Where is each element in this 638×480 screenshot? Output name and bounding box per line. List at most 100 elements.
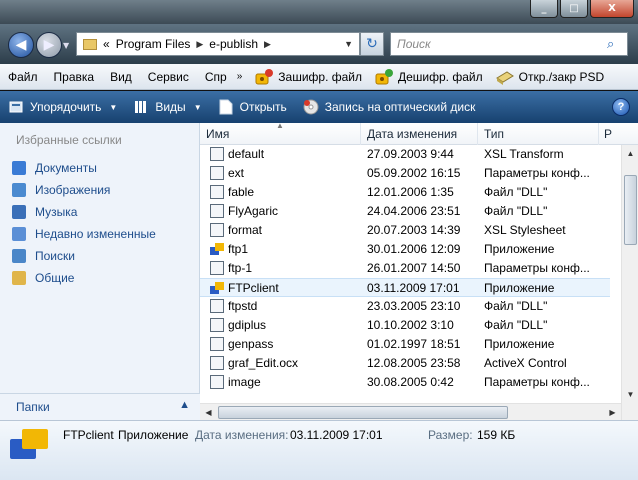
column-divider[interactable]: [598, 123, 599, 145]
dll-file-icon: [210, 185, 224, 199]
back-button[interactable]: ◀: [8, 32, 34, 58]
nav-item-label: Общие: [35, 271, 75, 285]
open-button[interactable]: Открыть: [210, 99, 295, 115]
close-button[interactable]: X: [590, 0, 634, 18]
file-type: Приложение: [484, 281, 555, 295]
document-icon: [218, 99, 234, 115]
column-header-row: ▲ Имя Дата изменения Тип Р: [200, 123, 638, 145]
column-type[interactable]: Тип: [484, 127, 504, 141]
file-name: ftp1: [228, 242, 249, 256]
chevron-down-icon: ▼: [109, 102, 118, 112]
file-row[interactable]: ext 05.09.2002 16:15 Параметры конф...: [200, 164, 610, 183]
file-row[interactable]: graf_Edit.ocx 12.08.2005 23:58 ActiveX Con…: [200, 354, 610, 373]
ocx-file-icon: [210, 356, 224, 370]
pictures-icon: [12, 183, 26, 197]
file-row[interactable]: ftp1 30.01.2006 12:09 Приложение: [200, 240, 610, 259]
column-divider[interactable]: [477, 123, 478, 145]
horizontal-scrollbar[interactable]: ◀ ▶: [200, 403, 621, 420]
forward-button[interactable]: ▶: [36, 32, 62, 58]
minimize-button[interactable]: _: [530, 0, 558, 18]
breadcrumb-e-publish[interactable]: e-publish: [209, 37, 258, 51]
menu-bar: Файл Правка Вид Сервис Спр » Зашифр. фай…: [0, 64, 638, 90]
menu-view[interactable]: Вид: [102, 70, 140, 84]
column-size[interactable]: Р: [604, 127, 612, 141]
details-date-value: 03.11.2009 17:01: [290, 428, 383, 442]
column-date[interactable]: Дата изменения: [367, 127, 457, 141]
refresh-button[interactable]: ↻: [360, 32, 384, 56]
nav-item-label: Изображения: [35, 183, 111, 197]
nav-item-documents[interactable]: Документы: [12, 157, 156, 179]
nav-item-searches[interactable]: Поиски: [12, 245, 156, 267]
vertical-scrollbar[interactable]: ▲ ▼: [621, 145, 638, 420]
file-row[interactable]: gdiplus 10.10.2002 3:10 Файл "DLL": [200, 316, 610, 335]
encrypt-file-button[interactable]: Зашифр. файл: [248, 68, 368, 86]
scroll-left-icon[interactable]: ◀: [200, 404, 217, 420]
views-button[interactable]: Виды ▼: [125, 99, 209, 115]
scroll-right-icon[interactable]: ▶: [604, 404, 621, 420]
dll-file-icon: [210, 299, 224, 313]
menu-file[interactable]: Файл: [0, 70, 46, 84]
search-input[interactable]: Поиск ⌕: [390, 32, 628, 56]
file-list-pane: ▲ Имя Дата изменения Тип Р default 27.09.…: [200, 123, 638, 420]
column-divider[interactable]: [360, 123, 361, 145]
scroll-thumb[interactable]: [218, 406, 508, 419]
breadcrumb-program-files[interactable]: Program Files: [116, 37, 191, 51]
arrow-right-icon: ▶: [43, 37, 55, 53]
scroll-up-icon[interactable]: ▲: [622, 145, 638, 162]
menu-help[interactable]: Спр: [197, 70, 235, 84]
xsl-file-icon: [210, 147, 224, 161]
file-date: 03.11.2009 17:01: [367, 281, 460, 295]
file-row-selected[interactable]: FTPclient 03.11.2009 17:01 Приложение: [200, 278, 610, 297]
folders-toggle[interactable]: Папки ▲: [0, 393, 200, 420]
open-label: Открыть: [239, 100, 287, 114]
address-bar[interactable]: « Program Files ▶ e-publish ▶ ▼: [76, 32, 360, 56]
file-type: Приложение: [484, 337, 555, 351]
favorite-links-list: Документы Изображения Музыка Недавно изм…: [12, 157, 156, 289]
file-row[interactable]: genpass 01.02.1997 18:51 Приложение: [200, 335, 610, 354]
scroll-down-icon[interactable]: ▼: [622, 386, 638, 403]
menu-overflow-icon[interactable]: »: [235, 71, 249, 82]
burn-disc-button[interactable]: Запись на оптический диск: [295, 99, 484, 115]
nav-item-recently-changed[interactable]: Недавно измененные: [12, 223, 156, 245]
nav-item-pictures[interactable]: Изображения: [12, 179, 156, 201]
file-type: Параметры конф...: [484, 166, 590, 180]
organize-button[interactable]: Упорядочить ▼: [0, 99, 125, 115]
breadcrumb-overflow[interactable]: «: [103, 37, 110, 51]
help-icon[interactable]: ?: [612, 98, 630, 116]
nav-item-music[interactable]: Музыка: [12, 201, 156, 223]
maximize-button[interactable]: □: [560, 0, 588, 18]
file-date: 26.01.2007 14:50: [367, 261, 461, 275]
file-row[interactable]: fable 12.01.2006 1:35 Файл "DLL": [200, 183, 610, 202]
file-row[interactable]: ftp-1 26.01.2007 14:50 Параметры конф...: [200, 259, 610, 278]
column-name[interactable]: Имя: [206, 127, 229, 141]
file-row[interactable]: format 20.07.2003 14:39 XSL Stylesheet: [200, 221, 610, 240]
history-dropdown-icon[interactable]: ▼: [63, 41, 69, 50]
file-row[interactable]: default 27.09.2003 9:44 XSL Transform: [200, 145, 610, 164]
breadcrumb-separator-icon[interactable]: ▶: [196, 39, 203, 50]
scroll-thumb[interactable]: [624, 175, 637, 245]
address-dropdown-icon[interactable]: ▼: [344, 39, 353, 49]
encrypt-file-label: Зашифр. файл: [278, 69, 362, 84]
file-row[interactable]: image 30.08.2005 0:42 Параметры конф...: [200, 373, 610, 392]
address-row: ◀ ▶ ▼ « Program Files ▶ e-publish ▶ ▼ ↻ …: [0, 24, 638, 64]
file-date: 01.02.1997 18:51: [367, 337, 461, 351]
menu-tools[interactable]: Сервис: [140, 70, 197, 84]
decrypt-file-button[interactable]: Дешифр. файл: [368, 68, 489, 86]
file-row[interactable]: FlyAgaric 24.04.2006 23:51 Файл "DLL": [200, 202, 610, 221]
nav-item-label: Поиски: [35, 249, 75, 263]
organize-icon: [8, 99, 24, 115]
open-close-psd-button[interactable]: Откр./закр PSD: [489, 68, 611, 86]
nav-item-public[interactable]: Общие: [12, 267, 156, 289]
application-icon: [8, 427, 52, 461]
file-row[interactable]: ftpstd 23.03.2005 23:10 Файл "DLL": [200, 297, 610, 316]
menu-edit[interactable]: Правка: [46, 70, 103, 84]
breadcrumb-separator-icon[interactable]: ▶: [264, 39, 271, 50]
views-label: Виды: [155, 100, 186, 114]
chevron-down-icon: ▼: [193, 102, 202, 112]
file-list: default 27.09.2003 9:44 XSL Transform ext 0…: [200, 145, 610, 392]
search-icon[interactable]: ⌕: [607, 36, 623, 52]
burn-disc-icon: [303, 99, 319, 115]
details-file-name: FTPclient: [63, 428, 114, 442]
file-date: 23.03.2005 23:10: [367, 299, 461, 313]
decrypt-file-label: Дешифр. файл: [398, 69, 483, 84]
